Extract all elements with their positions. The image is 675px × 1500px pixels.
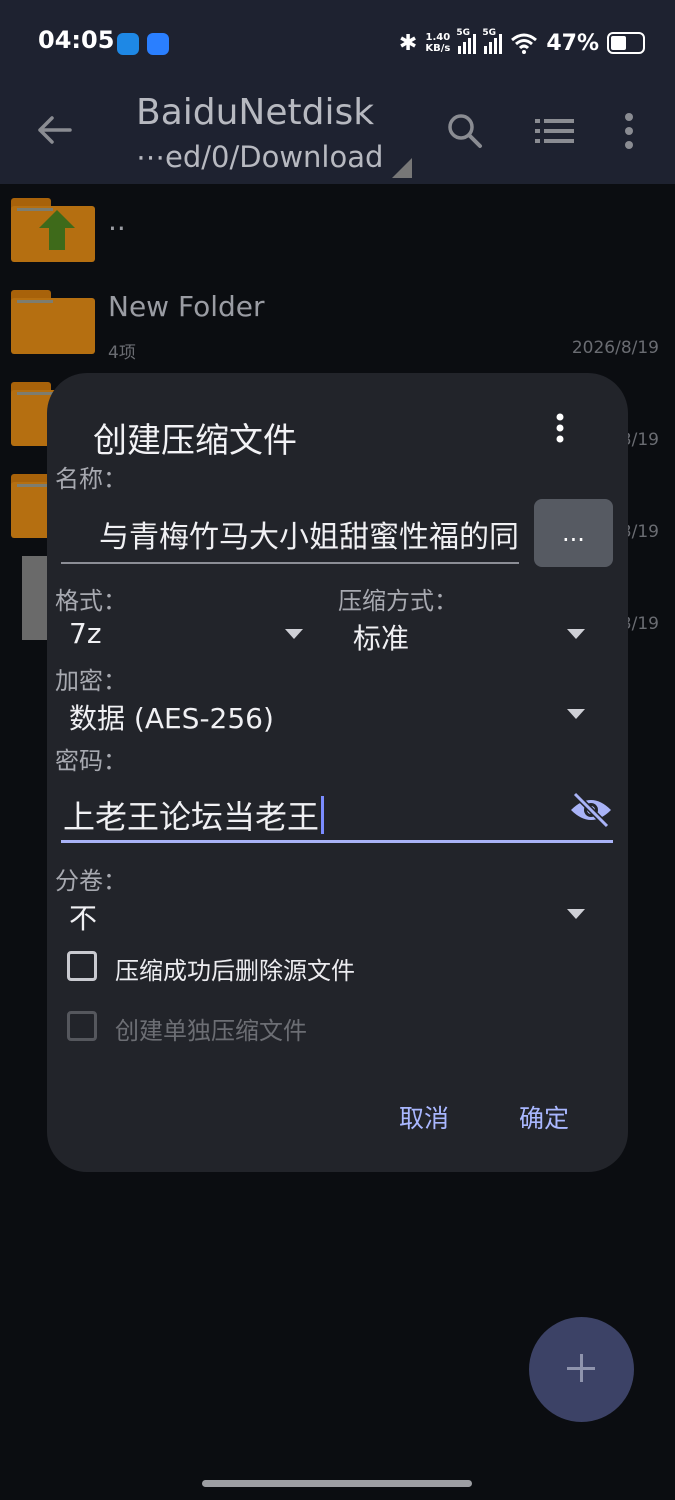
dialog-more-icon[interactable] [551, 413, 569, 445]
bluetooth-icon: ✱ [398, 30, 418, 56]
chevron-down-icon [567, 709, 585, 719]
battery-icon [607, 32, 645, 54]
browse-button[interactable]: ... [534, 499, 613, 567]
list-view-icon[interactable] [535, 117, 575, 145]
app-title: BaiduNetdisk [136, 92, 375, 133]
text-caret [321, 796, 325, 834]
more-vert-icon[interactable] [624, 112, 634, 150]
status-bar: 04:05 ✱ 1.40 KB/s 5G 5G 47% [0, 0, 675, 88]
current-path[interactable]: ⋯ed/0/Download [136, 140, 383, 174]
file-row-new-folder[interactable]: New Folder 4项 2026/8/19 [0, 286, 675, 378]
signal-icon-1: 5G [456, 28, 477, 54]
file-name: New Folder [108, 290, 265, 323]
password-label: 密码： [55, 747, 127, 775]
visibility-off-icon[interactable] [569, 792, 613, 828]
file-name: .. [108, 204, 126, 237]
encrypt-label: 加密： [55, 667, 127, 695]
edge-app-icon [117, 33, 139, 55]
separate-archive-label: 创建单独压缩文件 [115, 1017, 307, 1045]
volume-dropdown[interactable]: 不 [69, 893, 585, 937]
network-speed: 1.40 KB/s [425, 32, 451, 54]
cancel-button[interactable]: 取消 [399, 1099, 449, 1135]
notification-app-icon [147, 33, 169, 55]
back-arrow-icon[interactable] [34, 110, 74, 150]
encrypt-dropdown[interactable]: 数据 (AES-256) [69, 693, 585, 737]
path-dropdown-icon[interactable] [392, 158, 412, 178]
folder-icon [11, 290, 95, 354]
battery-percent: 47% [546, 30, 599, 56]
format-label: 格式： [55, 587, 127, 615]
file-row-parent[interactable]: .. [0, 194, 675, 286]
name-label: 名称： [55, 465, 127, 493]
file-date: 2026/8/19 [571, 338, 659, 358]
file-meta: 4项 [108, 343, 136, 363]
status-time: 04:05 [38, 26, 115, 54]
create-archive-dialog: 创建压缩文件 名称： 与青梅竹马大小姐甜蜜性福的同 ... 格式： 压缩方式： … [47, 373, 628, 1172]
password-input[interactable]: 上老王论坛当老王 [61, 786, 613, 843]
add-fab-button[interactable] [529, 1317, 634, 1422]
chevron-down-icon [567, 909, 585, 919]
volume-label: 分卷： [55, 867, 127, 895]
chevron-down-icon [567, 629, 585, 639]
delete-source-label: 压缩成功后删除源文件 [115, 957, 355, 985]
method-label: 压缩方式： [338, 587, 458, 615]
archive-name-input[interactable]: 与青梅竹马大小姐甜蜜性福的同 [61, 506, 519, 564]
method-dropdown[interactable]: 标准 [353, 613, 585, 657]
separate-archive-checkbox [67, 1011, 97, 1041]
search-icon[interactable] [446, 112, 484, 150]
signal-icon-2: 5G [482, 28, 503, 54]
format-dropdown[interactable]: 7z [69, 613, 303, 657]
status-right: ✱ 1.40 KB/s 5G 5G 47% [399, 28, 645, 58]
wifi-icon [511, 33, 538, 54]
parent-folder-icon [11, 198, 95, 262]
ok-button[interactable]: 确定 [519, 1099, 569, 1135]
dialog-title: 创建压缩文件 [93, 421, 297, 461]
chevron-down-icon [285, 629, 303, 639]
delete-source-checkbox[interactable] [67, 951, 97, 981]
home-indicator[interactable] [202, 1480, 472, 1487]
